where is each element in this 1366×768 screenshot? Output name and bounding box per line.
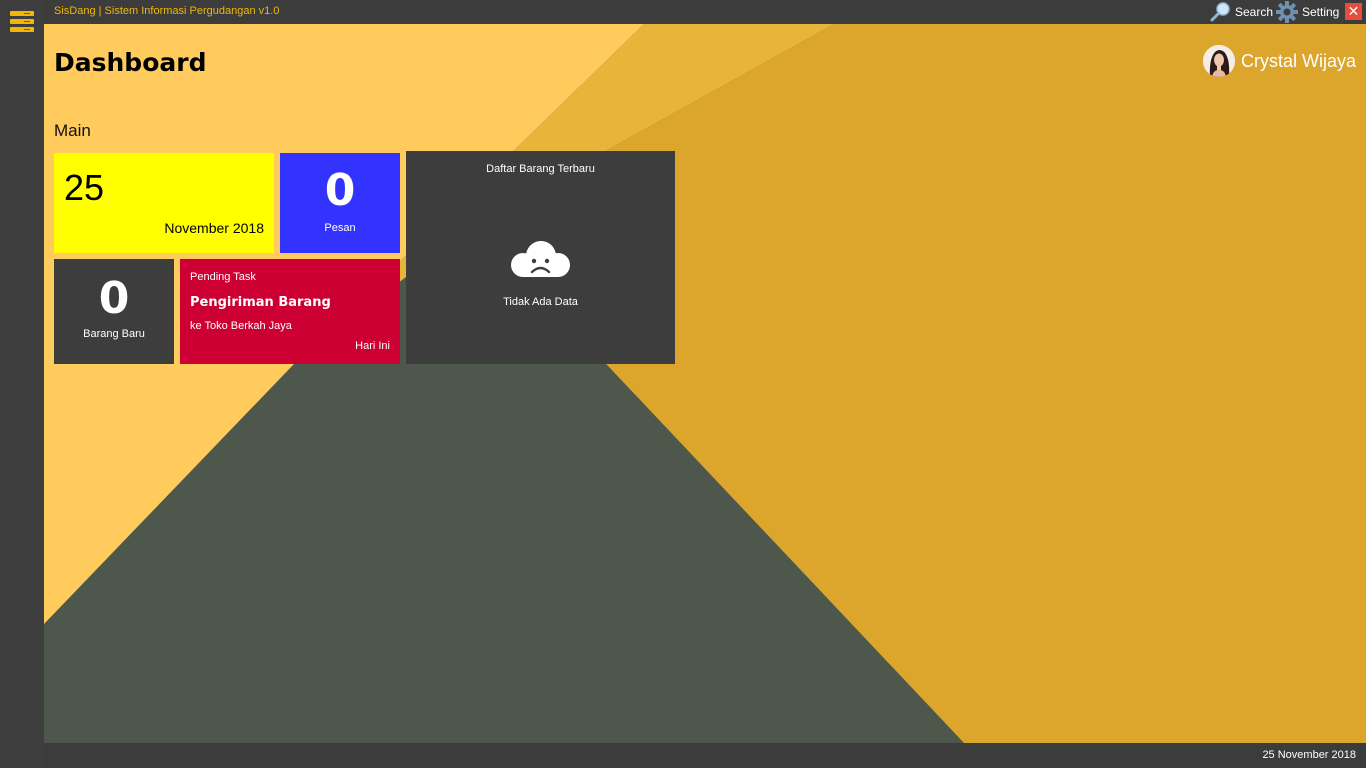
new-items-tile[interactable]: 0 Barang Baru [54,259,174,364]
page-title: Dashboard [54,48,207,77]
status-bar: 25 November 2018 [44,743,1366,768]
messages-label: Pesan [324,222,356,234]
latest-items-tile[interactable]: Daftar Barang Terbaru Tidak Ada Data [406,151,675,364]
sad-cloud-icon [511,241,570,277]
date-day: 25 [64,167,105,208]
user-profile[interactable]: Crystal Wijaya [1202,45,1356,77]
background-wallpaper [44,24,1366,743]
title-bar: SisDang | Sistem Informasi Pergudangan v… [44,0,1366,24]
close-icon[interactable]: ✕ [1345,3,1362,20]
date-tile[interactable]: 25 November 2018 [54,153,274,253]
avatar [1202,45,1235,77]
status-date: 25 November 2018 [1262,749,1356,761]
new-items-count: 0 [98,273,130,324]
menu-icon[interactable] [10,11,34,33]
task-title: Pengiriman Barang [190,295,331,310]
setting-label: Setting [1302,5,1340,19]
task-when: Hari Ini [355,340,390,352]
empty-state-text: Tidak Ada Data [503,296,578,308]
search-button[interactable]: Search [1209,1,1273,23]
user-name: Crystal Wijaya [1240,50,1356,71]
dashboard-content: Dashboard Crystal Wijaya Main 25 Novembe… [44,24,1366,743]
latest-items-heading: Daftar Barang Terbaru [486,163,595,175]
messages-tile[interactable]: 0 Pesan [280,153,400,253]
date-month-year: November 2018 [164,220,264,236]
search-label: Search [1235,5,1274,19]
pending-task-tile[interactable]: Pending Task Pengiriman Barang ke Toko B… [180,259,400,364]
gear-icon [1276,1,1298,23]
setting-button[interactable]: Setting [1276,1,1339,23]
section-title: Main [54,121,91,140]
messages-count: 0 [324,165,356,216]
search-icon [1210,2,1230,22]
task-heading: Pending Task [190,271,256,283]
app-title: SisDang | Sistem Informasi Pergudangan v… [54,5,280,17]
new-items-label: Barang Baru [83,328,145,340]
task-subtitle: ke Toko Berkah Jaya [190,320,292,332]
sidebar [0,0,44,768]
